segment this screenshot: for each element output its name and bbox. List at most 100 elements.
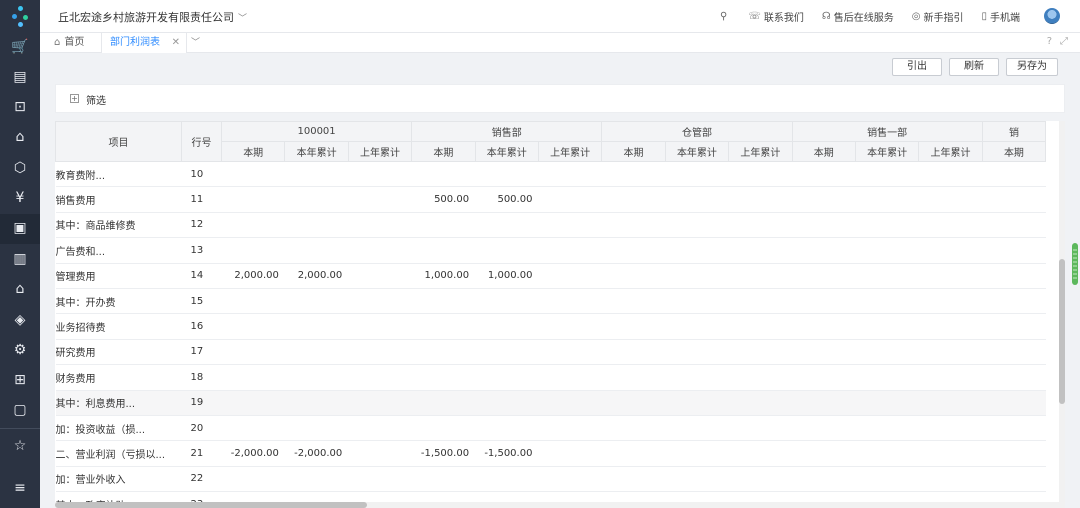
- value-cell[interactable]: [918, 440, 983, 467]
- value-cell[interactable]: [792, 161, 856, 188]
- value-cell[interactable]: [918, 364, 983, 391]
- value-cell[interactable]: [792, 186, 856, 213]
- value-cell[interactable]: [538, 440, 602, 467]
- company-selector[interactable]: 丘北宏途乡村旅游开发有限责任公司 ﹀: [58, 9, 247, 25]
- value-cell[interactable]: [538, 161, 602, 188]
- vertical-scroll-thumb[interactable]: [1059, 259, 1065, 404]
- value-cell[interactable]: [855, 415, 919, 442]
- value-cell[interactable]: [601, 212, 666, 239]
- value-cell[interactable]: [665, 339, 729, 366]
- value-cell[interactable]: 500.00: [475, 186, 539, 213]
- value-cell[interactable]: [475, 390, 539, 416]
- value-cell[interactable]: 500.00: [411, 186, 476, 213]
- value-cell[interactable]: [348, 339, 412, 366]
- menu-icon[interactable]: ≡: [10, 478, 30, 498]
- value-cell[interactable]: [855, 364, 919, 391]
- value-cell[interactable]: [728, 263, 793, 289]
- app-logo-icon[interactable]: [10, 6, 30, 28]
- value-cell[interactable]: [475, 288, 539, 315]
- value-cell[interactable]: [475, 339, 539, 366]
- value-cell[interactable]: [982, 440, 1046, 467]
- table-row[interactable]: 其中：商品维修费 12: [55, 212, 1046, 239]
- value-cell[interactable]: [728, 415, 793, 442]
- value-cell[interactable]: [855, 339, 919, 366]
- value-cell[interactable]: [918, 415, 983, 442]
- home-icon[interactable]: ⌂: [10, 127, 30, 147]
- value-cell[interactable]: [221, 313, 285, 340]
- value-cell[interactable]: [475, 161, 539, 188]
- value-cell[interactable]: [348, 212, 412, 239]
- value-cell[interactable]: [284, 466, 349, 493]
- value-cell[interactable]: [284, 288, 349, 315]
- value-cell[interactable]: [221, 186, 285, 213]
- value-cell[interactable]: [348, 237, 412, 264]
- value-cell[interactable]: [792, 212, 856, 239]
- value-cell[interactable]: -1,500.00: [475, 440, 539, 467]
- value-cell[interactable]: [792, 339, 856, 366]
- value-cell[interactable]: [792, 415, 856, 442]
- value-cell[interactable]: [538, 415, 602, 442]
- value-cell[interactable]: [728, 313, 793, 340]
- value-cell[interactable]: [221, 390, 285, 416]
- value-cell[interactable]: [728, 440, 793, 467]
- value-cell[interactable]: [601, 186, 666, 213]
- table-row[interactable]: 研究费用 17: [55, 339, 1046, 366]
- value-cell[interactable]: [982, 161, 1046, 188]
- value-cell[interactable]: [538, 237, 602, 264]
- value-cell[interactable]: [792, 237, 856, 264]
- value-cell[interactable]: [918, 466, 983, 493]
- value-cell[interactable]: [665, 390, 729, 416]
- bank-icon[interactable]: ⌂: [10, 279, 30, 299]
- value-cell[interactable]: [411, 313, 476, 340]
- value-cell[interactable]: -1,500.00: [411, 440, 476, 467]
- value-cell[interactable]: [918, 288, 983, 315]
- value-cell[interactable]: [411, 237, 476, 264]
- value-cell[interactable]: [665, 313, 729, 340]
- value-cell[interactable]: [411, 415, 476, 442]
- value-cell[interactable]: 1,000.00: [411, 263, 476, 289]
- report-icon[interactable]: ▣: [10, 218, 30, 238]
- star-icon[interactable]: ☆: [10, 436, 30, 456]
- value-cell[interactable]: [475, 364, 539, 391]
- value-cell[interactable]: [221, 415, 285, 442]
- value-cell[interactable]: [601, 237, 666, 264]
- value-cell[interactable]: [538, 263, 602, 289]
- chart-icon[interactable]: ▤: [10, 67, 30, 87]
- value-cell[interactable]: [665, 415, 729, 442]
- value-cell[interactable]: [221, 288, 285, 315]
- value-cell[interactable]: [284, 313, 349, 340]
- value-cell[interactable]: [538, 212, 602, 239]
- value-cell[interactable]: [855, 161, 919, 188]
- table-row[interactable]: 其中：开办费 15: [55, 288, 1046, 315]
- value-cell[interactable]: [284, 364, 349, 391]
- value-cell[interactable]: [475, 415, 539, 442]
- value-cell[interactable]: [982, 466, 1046, 493]
- value-cell[interactable]: 1,000.00: [475, 263, 539, 289]
- table-row[interactable]: 业务招待费 16: [55, 313, 1046, 340]
- value-cell[interactable]: [284, 237, 349, 264]
- value-cell[interactable]: [221, 237, 285, 264]
- value-cell[interactable]: [918, 212, 983, 239]
- value-cell[interactable]: [538, 186, 602, 213]
- value-cell[interactable]: [855, 313, 919, 340]
- value-cell[interactable]: [982, 237, 1046, 264]
- value-cell[interactable]: [728, 466, 793, 493]
- value-cell[interactable]: [601, 288, 666, 315]
- value-cell[interactable]: [728, 339, 793, 366]
- value-cell[interactable]: [728, 212, 793, 239]
- value-cell[interactable]: [665, 440, 729, 467]
- value-cell[interactable]: [601, 440, 666, 467]
- value-cell[interactable]: [982, 288, 1046, 315]
- value-cell[interactable]: [855, 440, 919, 467]
- value-cell[interactable]: [982, 313, 1046, 340]
- value-cell[interactable]: [284, 186, 349, 213]
- header-action-phone[interactable]: ▯ 手机端: [981, 9, 1020, 24]
- header-action-search[interactable]: ⚲: [720, 11, 730, 22]
- value-cell[interactable]: [348, 161, 412, 188]
- value-cell[interactable]: [918, 161, 983, 188]
- value-cell[interactable]: [855, 263, 919, 289]
- value-cell[interactable]: 2,000.00: [221, 263, 285, 289]
- expand-plus-icon[interactable]: +: [70, 94, 79, 103]
- value-cell[interactable]: [411, 212, 476, 239]
- value-cell[interactable]: [855, 237, 919, 264]
